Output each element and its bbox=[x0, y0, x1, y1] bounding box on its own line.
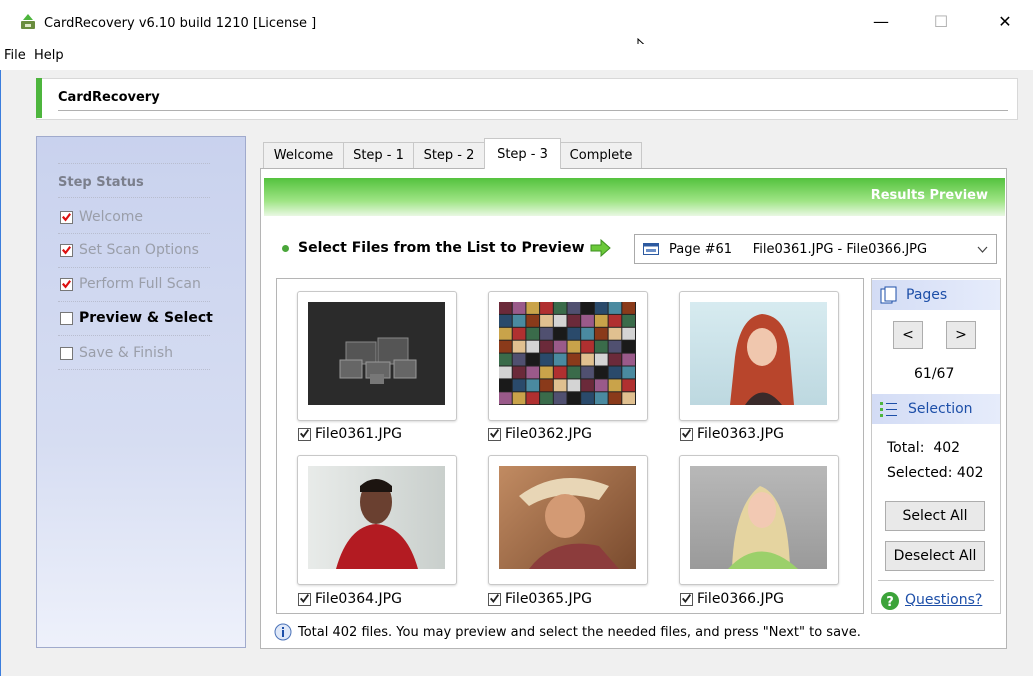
checkbox-checked-icon bbox=[60, 243, 73, 257]
minimize-button[interactable]: — bbox=[858, 6, 904, 36]
tab-welcome[interactable]: Welcome bbox=[263, 142, 344, 168]
page-icon bbox=[643, 243, 659, 255]
thumbnail-file0365[interactable] bbox=[488, 455, 648, 585]
image-preview bbox=[499, 466, 636, 569]
checkbox-empty-icon bbox=[60, 346, 73, 360]
page-select-dropdown[interactable]: Page #61 File0361.JPG - File0366.JPG bbox=[634, 234, 997, 264]
file-checkbox-file0362[interactable]: File0362.JPG bbox=[488, 426, 592, 442]
tab-complete[interactable]: Complete bbox=[560, 142, 642, 168]
page-counter: 61/67 bbox=[914, 366, 955, 382]
select-files-label: Select Files from the List to Preview bbox=[298, 240, 585, 256]
deselect-all-button[interactable]: Deselect All bbox=[885, 541, 985, 571]
image-preview bbox=[308, 466, 445, 569]
thumbnail-file0362[interactable] bbox=[488, 291, 648, 421]
close-button[interactable]: ✕ bbox=[982, 6, 1028, 36]
step-perform-full-scan: Perform Full Scan bbox=[60, 276, 201, 292]
total-count: Total: 402 bbox=[887, 440, 961, 456]
thumbnail-file0364[interactable] bbox=[297, 455, 457, 585]
menu-help[interactable]: Help bbox=[34, 48, 64, 63]
selected-count: Selected: 402 bbox=[887, 465, 984, 481]
step-set-scan-options: Set Scan Options bbox=[60, 242, 199, 258]
status-text: Total 402 files. You may preview and sel… bbox=[298, 624, 861, 640]
header-accent-bar bbox=[36, 78, 42, 118]
chevron-down-icon bbox=[977, 246, 988, 253]
list-icon bbox=[880, 402, 897, 417]
step-welcome: Welcome bbox=[60, 209, 143, 225]
image-preview bbox=[690, 302, 827, 405]
select-all-button[interactable]: Select All bbox=[885, 501, 985, 531]
checkbox-checked-icon bbox=[680, 427, 693, 441]
image-preview bbox=[499, 302, 636, 405]
divider bbox=[58, 335, 210, 336]
divider bbox=[58, 163, 210, 164]
tab-step-2[interactable]: Step - 2 bbox=[413, 142, 485, 168]
checkbox-checked-icon bbox=[298, 592, 311, 606]
checkbox-checked-icon bbox=[488, 592, 501, 606]
menu-file[interactable]: File bbox=[4, 48, 26, 63]
prev-page-button[interactable]: < bbox=[893, 321, 923, 349]
step-status-heading: Step Status bbox=[58, 175, 144, 190]
header-panel bbox=[36, 78, 1018, 120]
pages-icon bbox=[880, 286, 897, 304]
step-save-finish: Save & Finish bbox=[60, 345, 173, 361]
divider bbox=[58, 197, 210, 198]
arrow-right-icon bbox=[590, 239, 611, 257]
info-icon bbox=[274, 623, 292, 641]
menu-bar: File Help bbox=[0, 44, 1034, 70]
divider bbox=[58, 369, 210, 370]
thumbnail-file0361[interactable] bbox=[297, 291, 457, 421]
file-checkbox-file0361[interactable]: File0361.JPG bbox=[298, 426, 402, 442]
window-title: CardRecovery v6.10 build 1210 [License ] bbox=[44, 16, 317, 31]
file-checkbox-file0363[interactable]: File0363.JPG bbox=[680, 426, 784, 442]
tab-step-3[interactable]: Step - 3 bbox=[484, 138, 561, 169]
results-preview-title: Results Preview bbox=[870, 188, 988, 203]
step-preview-select: Preview & Select bbox=[60, 310, 213, 326]
thumbnail-file0366[interactable] bbox=[679, 455, 839, 585]
svg-text:?: ? bbox=[886, 595, 894, 610]
divider bbox=[58, 267, 210, 268]
next-page-button[interactable]: > bbox=[946, 321, 976, 349]
questions-link[interactable]: Questions? bbox=[905, 592, 982, 608]
app-icon bbox=[21, 14, 35, 29]
image-preview bbox=[308, 302, 445, 405]
pages-header: Pages bbox=[872, 280, 1000, 310]
header-title: CardRecovery bbox=[58, 90, 160, 105]
checkbox-checked-icon bbox=[60, 277, 73, 291]
tab-step-1[interactable]: Step - 1 bbox=[343, 142, 414, 168]
file-checkbox-file0366[interactable]: File0366.JPG bbox=[680, 591, 784, 607]
help-icon: ? bbox=[881, 592, 899, 610]
status-bar: Total 402 files. You may preview and sel… bbox=[274, 623, 861, 641]
title-bar: CardRecovery v6.10 build 1210 [License ]… bbox=[0, 0, 1034, 44]
checkbox-empty-icon bbox=[60, 311, 73, 325]
file-checkbox-file0365[interactable]: File0365.JPG bbox=[488, 591, 592, 607]
selection-header: Selection bbox=[872, 394, 1000, 424]
divider bbox=[58, 233, 210, 234]
bullet-icon bbox=[282, 245, 289, 252]
header-divider bbox=[58, 110, 1008, 111]
page-select-value: Page #61 File0361.JPG - File0366.JPG bbox=[669, 241, 928, 257]
checkbox-checked-icon bbox=[298, 427, 311, 441]
checkbox-checked-icon bbox=[680, 592, 693, 606]
checkbox-checked-icon bbox=[488, 427, 501, 441]
divider bbox=[878, 580, 994, 581]
maximize-button[interactable]: ☐ bbox=[918, 6, 964, 36]
file-checkbox-file0364[interactable]: File0364.JPG bbox=[298, 591, 402, 607]
divider bbox=[58, 301, 210, 302]
checkbox-checked-icon bbox=[60, 210, 73, 224]
thumbnail-file0363[interactable] bbox=[679, 291, 839, 421]
image-preview bbox=[690, 466, 827, 569]
